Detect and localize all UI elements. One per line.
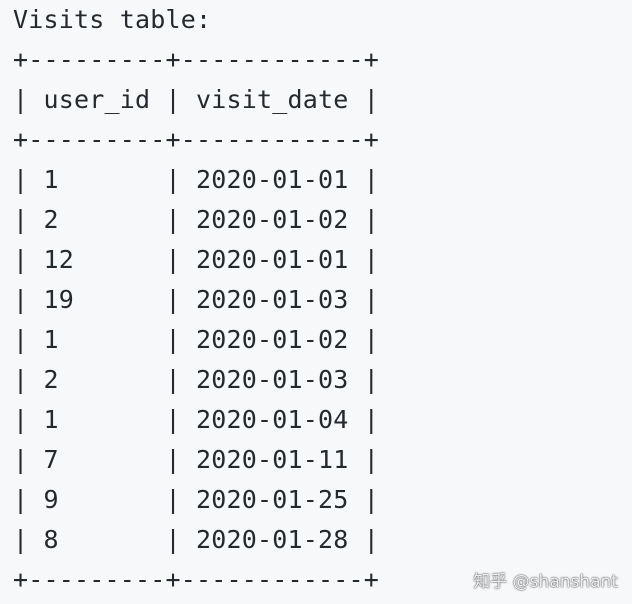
table-row: | 19 | 2020-01-03 |	[13, 285, 380, 314]
table-row: | 2 | 2020-01-02 |	[13, 205, 380, 234]
table-border-header: +---------+------------+	[13, 125, 380, 154]
table-caption: Visits table:	[13, 5, 212, 34]
table-row: | 7 | 2020-01-11 |	[13, 445, 380, 474]
table-row: | 12 | 2020-01-01 |	[13, 245, 380, 274]
table-row: | 1 | 2020-01-04 |	[13, 405, 380, 434]
table-border-top: +---------+------------+	[13, 45, 380, 74]
code-block: Visits table: +---------+------------+ |…	[13, 0, 613, 604]
table-header-row: | user_id | visit_date |	[13, 85, 380, 114]
table-row: | 1 | 2020-01-01 |	[13, 165, 380, 194]
table-row: | 2 | 2020-01-03 |	[13, 365, 380, 394]
table-row: | 1 | 2020-01-02 |	[13, 325, 380, 354]
zhihu-watermark: 知乎 @shanshant	[473, 572, 618, 592]
table-row: | 8 | 2020-01-28 |	[13, 525, 380, 554]
table-border-bottom: +---------+------------+	[13, 565, 380, 594]
table-row: | 9 | 2020-01-25 |	[13, 485, 380, 514]
